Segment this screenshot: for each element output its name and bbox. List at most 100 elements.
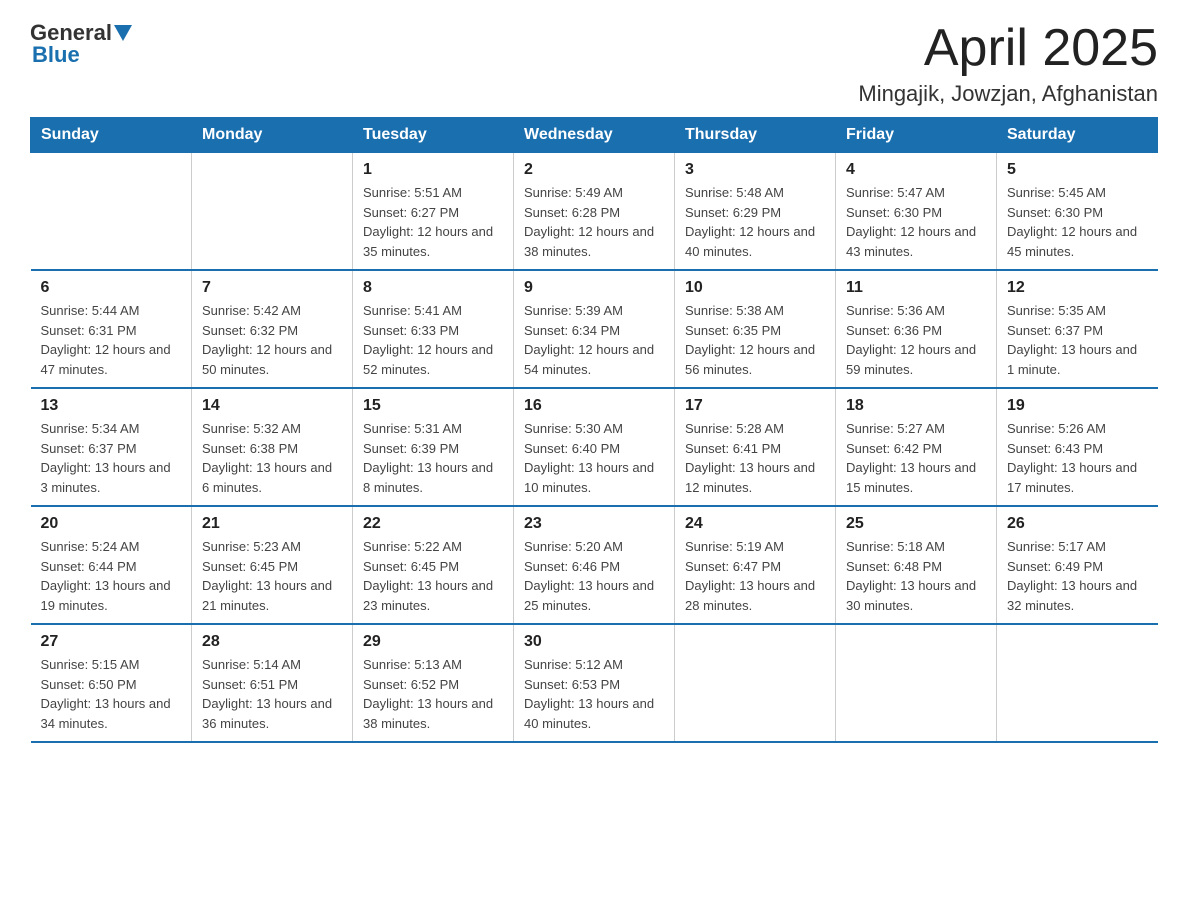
day-info: Sunrise: 5:48 AMSunset: 6:29 PMDaylight:… [685, 183, 825, 261]
calendar-cell: 20Sunrise: 5:24 AMSunset: 6:44 PMDayligh… [31, 506, 192, 624]
title-block: April 2025 Mingajik, Jowzjan, Afghanista… [858, 20, 1158, 107]
day-info: Sunrise: 5:44 AMSunset: 6:31 PMDaylight:… [41, 301, 182, 379]
calendar-header-saturday: Saturday [997, 118, 1158, 153]
logo-blue-text: Blue [32, 42, 80, 68]
calendar-cell: 15 Sunrise: 5:31 AMSunset: 6:39 PMDayligh… [353, 388, 514, 506]
day-number: 10 [685, 279, 825, 297]
day-number: 12 [1007, 279, 1148, 297]
calendar-cell: 16 Sunrise: 5:30 AMSunset: 6:40 PMDayligh… [514, 388, 675, 506]
calendar-cell: 4 Sunrise: 5:47 AMSunset: 6:30 PMDaylight… [836, 153, 997, 271]
logo: General Blue [30, 20, 132, 68]
day-number: 30 [524, 633, 664, 651]
day-number: 26 [1007, 515, 1148, 533]
calendar-cell: 26 Sunrise: 5:17 AMSunset: 6:49 PMDayligh… [997, 506, 1158, 624]
day-info: Sunrise: 5:47 AMSunset: 6:30 PMDaylight:… [846, 183, 986, 261]
day-number: 24 [685, 515, 825, 533]
calendar-cell [836, 624, 997, 742]
calendar-header-friday: Friday [836, 118, 997, 153]
calendar-cell: 6Sunrise: 5:44 AMSunset: 6:31 PMDaylight… [31, 270, 192, 388]
calendar-cell: 17 Sunrise: 5:28 AMSunset: 6:41 PMDayligh… [675, 388, 836, 506]
day-number: 5 [1007, 161, 1148, 179]
day-number: 22 [363, 515, 503, 533]
day-number: 25 [846, 515, 986, 533]
day-number: 2 [524, 161, 664, 179]
calendar-cell: 24 Sunrise: 5:19 AMSunset: 6:47 PMDayligh… [675, 506, 836, 624]
day-number: 11 [846, 279, 986, 297]
calendar-cell: 29Sunrise: 5:13 AMSunset: 6:52 PMDayligh… [353, 624, 514, 742]
calendar-cell: 23 Sunrise: 5:20 AMSunset: 6:46 PMDayligh… [514, 506, 675, 624]
day-number: 17 [685, 397, 825, 415]
calendar-week-row: 27 Sunrise: 5:15 AMSunset: 6:50 PMDayligh… [31, 624, 1158, 742]
day-number: 9 [524, 279, 664, 297]
calendar-week-row: 13Sunrise: 5:34 AMSunset: 6:37 PMDayligh… [31, 388, 1158, 506]
day-number: 18 [846, 397, 986, 415]
calendar-cell: 13Sunrise: 5:34 AMSunset: 6:37 PMDayligh… [31, 388, 192, 506]
calendar-cell: 8 Sunrise: 5:41 AMSunset: 6:33 PMDaylight… [353, 270, 514, 388]
calendar-cell: 7Sunrise: 5:42 AMSunset: 6:32 PMDaylight… [192, 270, 353, 388]
day-info: Sunrise: 5:14 AMSunset: 6:51 PMDaylight:… [202, 655, 342, 733]
page-header: General Blue April 2025 Mingajik, Jowzja… [30, 20, 1158, 107]
calendar-cell [192, 153, 353, 271]
day-info: Sunrise: 5:17 AMSunset: 6:49 PMDaylight:… [1007, 537, 1148, 615]
calendar-cell: 11 Sunrise: 5:36 AMSunset: 6:36 PMDayligh… [836, 270, 997, 388]
calendar-header-thursday: Thursday [675, 118, 836, 153]
day-info: Sunrise: 5:23 AMSunset: 6:45 PMDaylight:… [202, 537, 342, 615]
calendar-cell: 18 Sunrise: 5:27 AMSunset: 6:42 PMDayligh… [836, 388, 997, 506]
day-number: 15 [363, 397, 503, 415]
day-info: Sunrise: 5:18 AMSunset: 6:48 PMDaylight:… [846, 537, 986, 615]
location-title: Mingajik, Jowzjan, Afghanistan [858, 81, 1158, 107]
day-info: Sunrise: 5:15 AMSunset: 6:50 PMDaylight:… [41, 655, 182, 733]
day-info: Sunrise: 5:31 AMSunset: 6:39 PMDaylight:… [363, 419, 503, 497]
calendar-cell: 3 Sunrise: 5:48 AMSunset: 6:29 PMDaylight… [675, 153, 836, 271]
day-info: Sunrise: 5:35 AMSunset: 6:37 PMDaylight:… [1007, 301, 1148, 379]
day-number: 7 [202, 279, 342, 297]
day-number: 1 [363, 161, 503, 179]
calendar-cell: 30 Sunrise: 5:12 AMSunset: 6:53 PMDayligh… [514, 624, 675, 742]
calendar-header-sunday: Sunday [31, 118, 192, 153]
day-info: Sunrise: 5:19 AMSunset: 6:47 PMDaylight:… [685, 537, 825, 615]
day-number: 4 [846, 161, 986, 179]
day-number: 21 [202, 515, 342, 533]
calendar-header-tuesday: Tuesday [353, 118, 514, 153]
calendar-header-row: SundayMondayTuesdayWednesdayThursdayFrid… [31, 118, 1158, 153]
calendar-cell: 12 Sunrise: 5:35 AMSunset: 6:37 PMDayligh… [997, 270, 1158, 388]
day-number: 8 [363, 279, 503, 297]
day-info: Sunrise: 5:32 AMSunset: 6:38 PMDaylight:… [202, 419, 342, 497]
month-title: April 2025 [858, 20, 1158, 77]
day-info: Sunrise: 5:45 AMSunset: 6:30 PMDaylight:… [1007, 183, 1148, 261]
calendar-week-row: 1 Sunrise: 5:51 AMSunset: 6:27 PMDaylight… [31, 153, 1158, 271]
calendar-week-row: 6Sunrise: 5:44 AMSunset: 6:31 PMDaylight… [31, 270, 1158, 388]
calendar-cell: 2 Sunrise: 5:49 AMSunset: 6:28 PMDaylight… [514, 153, 675, 271]
day-info: Sunrise: 5:30 AMSunset: 6:40 PMDaylight:… [524, 419, 664, 497]
calendar-cell: 21 Sunrise: 5:23 AMSunset: 6:45 PMDayligh… [192, 506, 353, 624]
day-info: Sunrise: 5:12 AMSunset: 6:53 PMDaylight:… [524, 655, 664, 733]
calendar-header-wednesday: Wednesday [514, 118, 675, 153]
calendar-cell: 19 Sunrise: 5:26 AMSunset: 6:43 PMDayligh… [997, 388, 1158, 506]
day-info: Sunrise: 5:27 AMSunset: 6:42 PMDaylight:… [846, 419, 986, 497]
day-number: 23 [524, 515, 664, 533]
calendar-cell [31, 153, 192, 271]
day-number: 29 [363, 633, 503, 651]
calendar-cell: 22Sunrise: 5:22 AMSunset: 6:45 PMDayligh… [353, 506, 514, 624]
calendar-week-row: 20Sunrise: 5:24 AMSunset: 6:44 PMDayligh… [31, 506, 1158, 624]
day-number: 3 [685, 161, 825, 179]
calendar-cell [997, 624, 1158, 742]
day-info: Sunrise: 5:49 AMSunset: 6:28 PMDaylight:… [524, 183, 664, 261]
day-info: Sunrise: 5:41 AMSunset: 6:33 PMDaylight:… [363, 301, 503, 379]
calendar-cell: 28Sunrise: 5:14 AMSunset: 6:51 PMDayligh… [192, 624, 353, 742]
day-number: 19 [1007, 397, 1148, 415]
day-number: 16 [524, 397, 664, 415]
calendar-cell: 14Sunrise: 5:32 AMSunset: 6:38 PMDayligh… [192, 388, 353, 506]
day-number: 27 [41, 633, 182, 651]
calendar-table: SundayMondayTuesdayWednesdayThursdayFrid… [30, 117, 1158, 743]
calendar-header-monday: Monday [192, 118, 353, 153]
day-info: Sunrise: 5:20 AMSunset: 6:46 PMDaylight:… [524, 537, 664, 615]
day-info: Sunrise: 5:26 AMSunset: 6:43 PMDaylight:… [1007, 419, 1148, 497]
calendar-cell: 10 Sunrise: 5:38 AMSunset: 6:35 PMDayligh… [675, 270, 836, 388]
day-info: Sunrise: 5:51 AMSunset: 6:27 PMDaylight:… [363, 183, 503, 261]
day-info: Sunrise: 5:36 AMSunset: 6:36 PMDaylight:… [846, 301, 986, 379]
day-info: Sunrise: 5:38 AMSunset: 6:35 PMDaylight:… [685, 301, 825, 379]
logo-triangle-icon [114, 25, 132, 43]
day-number: 20 [41, 515, 182, 533]
day-info: Sunrise: 5:28 AMSunset: 6:41 PMDaylight:… [685, 419, 825, 497]
